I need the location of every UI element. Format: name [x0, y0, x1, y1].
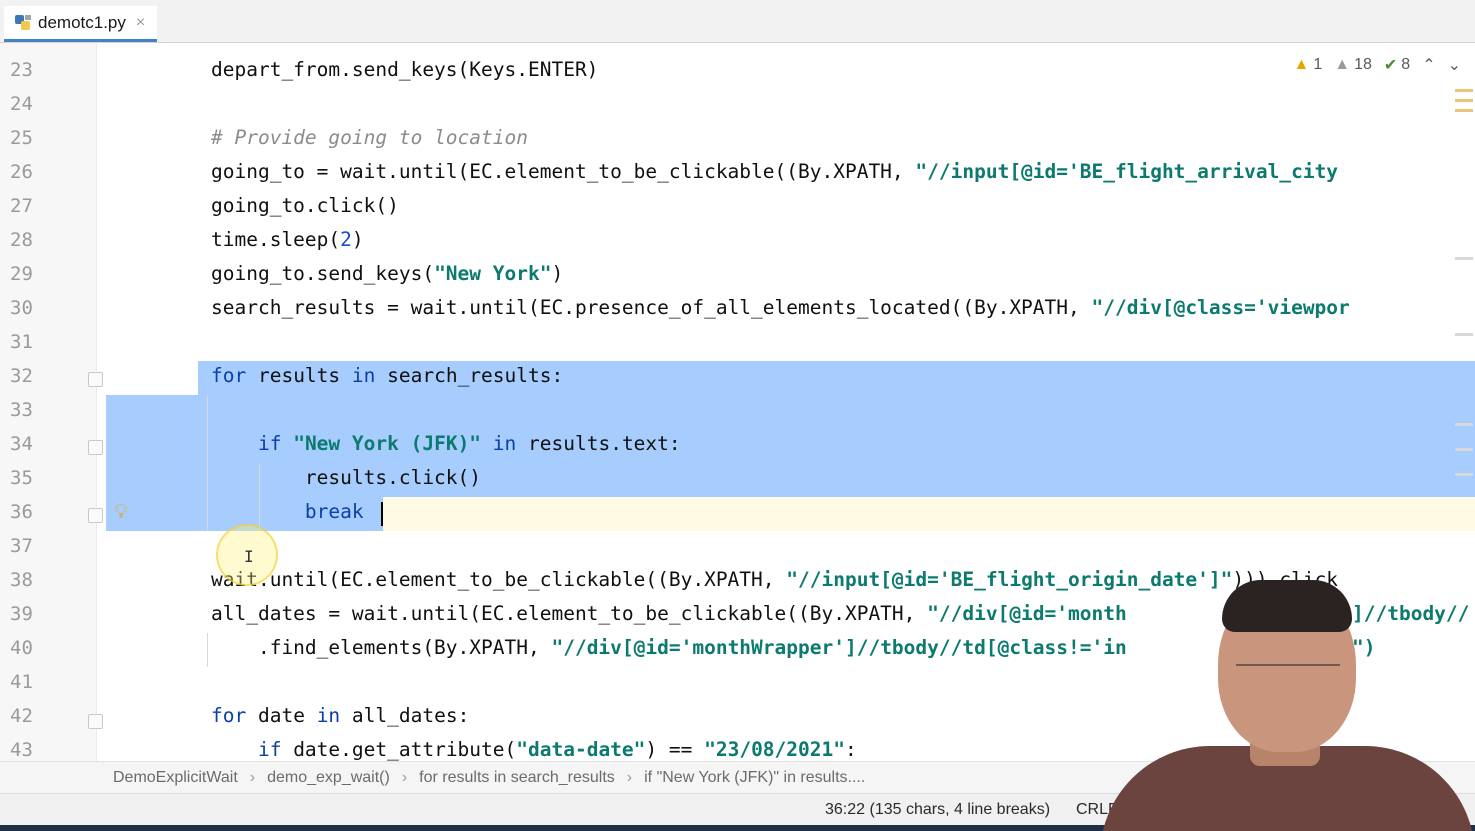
warnings-count[interactable]: ▲ 1 [1293, 56, 1322, 74]
code-line[interactable]: results.click() [211, 461, 481, 495]
caret-position[interactable]: 36:22 (135 chars, 4 line breaks) [825, 801, 1050, 819]
editor-tab-bar: demotc1.py × [0, 0, 1475, 43]
line-number: 25 [10, 127, 33, 149]
code-line[interactable]: going_to.send_keys("New York") [211, 257, 563, 291]
line-number: 29 [10, 263, 33, 285]
code-line[interactable]: going_to = wait.until(EC.element_to_be_c… [211, 155, 1338, 189]
fold-marker[interactable] [88, 508, 103, 523]
line-number: 43 [10, 739, 33, 761]
error-stripe-mark[interactable] [1455, 423, 1473, 426]
code-line[interactable]: for date in all_dates: [211, 699, 469, 733]
close-icon[interactable]: × [136, 14, 145, 32]
webcam-overlay [1100, 576, 1475, 831]
previous-highlight-icon[interactable]: ⌃ [1422, 55, 1435, 75]
error-stripe-mark[interactable] [1455, 473, 1473, 476]
line-number: 38 [10, 569, 33, 591]
next-highlight-icon[interactable]: ⌄ [1448, 55, 1461, 75]
code-line[interactable]: if date.get_attribute("data-date") == "2… [211, 733, 857, 761]
fold-marker[interactable] [88, 440, 103, 455]
code-line[interactable]: break [211, 495, 364, 529]
line-number: 30 [10, 297, 33, 319]
tab-filename: demotc1.py [38, 12, 126, 32]
breadcrumb-item[interactable]: if "New York (JFK)" in results.... [644, 769, 865, 787]
weak-warnings-count[interactable]: ▲ 18 [1334, 56, 1372, 74]
inspection-widget[interactable]: ▲ 1 ▲ 18 ✔ 8 ⌃ ⌄ [1293, 55, 1461, 75]
line-number: 35 [10, 467, 33, 489]
code-line[interactable]: for results in search_results: [211, 359, 563, 393]
typos-count[interactable]: ✔ 8 [1384, 55, 1410, 75]
line-number: 40 [10, 637, 33, 659]
chevron-right-icon: › [249, 768, 256, 786]
typo-check-icon: ✔ [1383, 57, 1398, 74]
breadcrumb-item[interactable]: DemoExplicitWait [113, 769, 238, 787]
line-number: 37 [10, 535, 33, 557]
lightbulb-icon[interactable]: 💡︎ [114, 501, 128, 524]
line-number: 32 [10, 365, 33, 387]
line-number: 41 [10, 671, 33, 693]
breadcrumb-item[interactable]: for results in search_results [419, 769, 615, 787]
error-stripe-mark[interactable] [1455, 89, 1473, 92]
line-number: 39 [10, 603, 33, 625]
code-line[interactable]: time.sleep(2) [211, 223, 364, 257]
code-line[interactable]: if "New York (JFK)" in results.text: [211, 427, 681, 461]
line-number: 34 [10, 433, 33, 455]
chevron-right-icon: › [401, 768, 408, 786]
error-stripe-mark[interactable] [1455, 109, 1473, 112]
python-file-icon [15, 14, 31, 30]
line-number: 28 [10, 229, 33, 251]
fold-marker[interactable] [88, 714, 103, 729]
code-line[interactable]: .find_elements(By.XPATH, "//div[@id='mon… [211, 631, 1127, 665]
text-caret [381, 502, 383, 526]
line-number: 23 [10, 59, 33, 81]
error-stripe-mark[interactable] [1455, 333, 1473, 336]
error-stripe-mark[interactable] [1455, 257, 1473, 260]
line-number: 26 [10, 161, 33, 183]
breadcrumb-item[interactable]: demo_exp_wait() [267, 769, 390, 787]
line-number: 31 [10, 331, 33, 353]
glasses [1236, 664, 1340, 684]
chevron-right-icon: › [626, 768, 633, 786]
code-line[interactable]: # Provide going to location [211, 121, 528, 155]
code-line[interactable]: going_to.click() [211, 189, 399, 223]
weak-warning-icon: ▲ [1334, 56, 1351, 73]
error-stripe-mark[interactable] [1455, 99, 1473, 102]
line-number: 33 [10, 399, 33, 421]
error-stripe-mark[interactable] [1455, 448, 1473, 451]
code-line[interactable]: search_results = wait.until(EC.presence_… [211, 291, 1350, 325]
code-line[interactable]: all_dates = wait.until(EC.element_to_be_… [211, 597, 1127, 631]
tab-demotc1[interactable]: demotc1.py × [4, 6, 158, 42]
line-number: 42 [10, 705, 33, 727]
code-line[interactable]: depart_from.send_keys(Keys.ENTER) [211, 53, 598, 87]
line-number: 36 [10, 501, 33, 523]
warning-icon: ▲ [1293, 56, 1310, 73]
fold-marker[interactable] [88, 372, 103, 387]
line-number: 24 [10, 93, 33, 115]
ibeam-cursor-icon: I [244, 547, 254, 566]
line-number: 27 [10, 195, 33, 217]
